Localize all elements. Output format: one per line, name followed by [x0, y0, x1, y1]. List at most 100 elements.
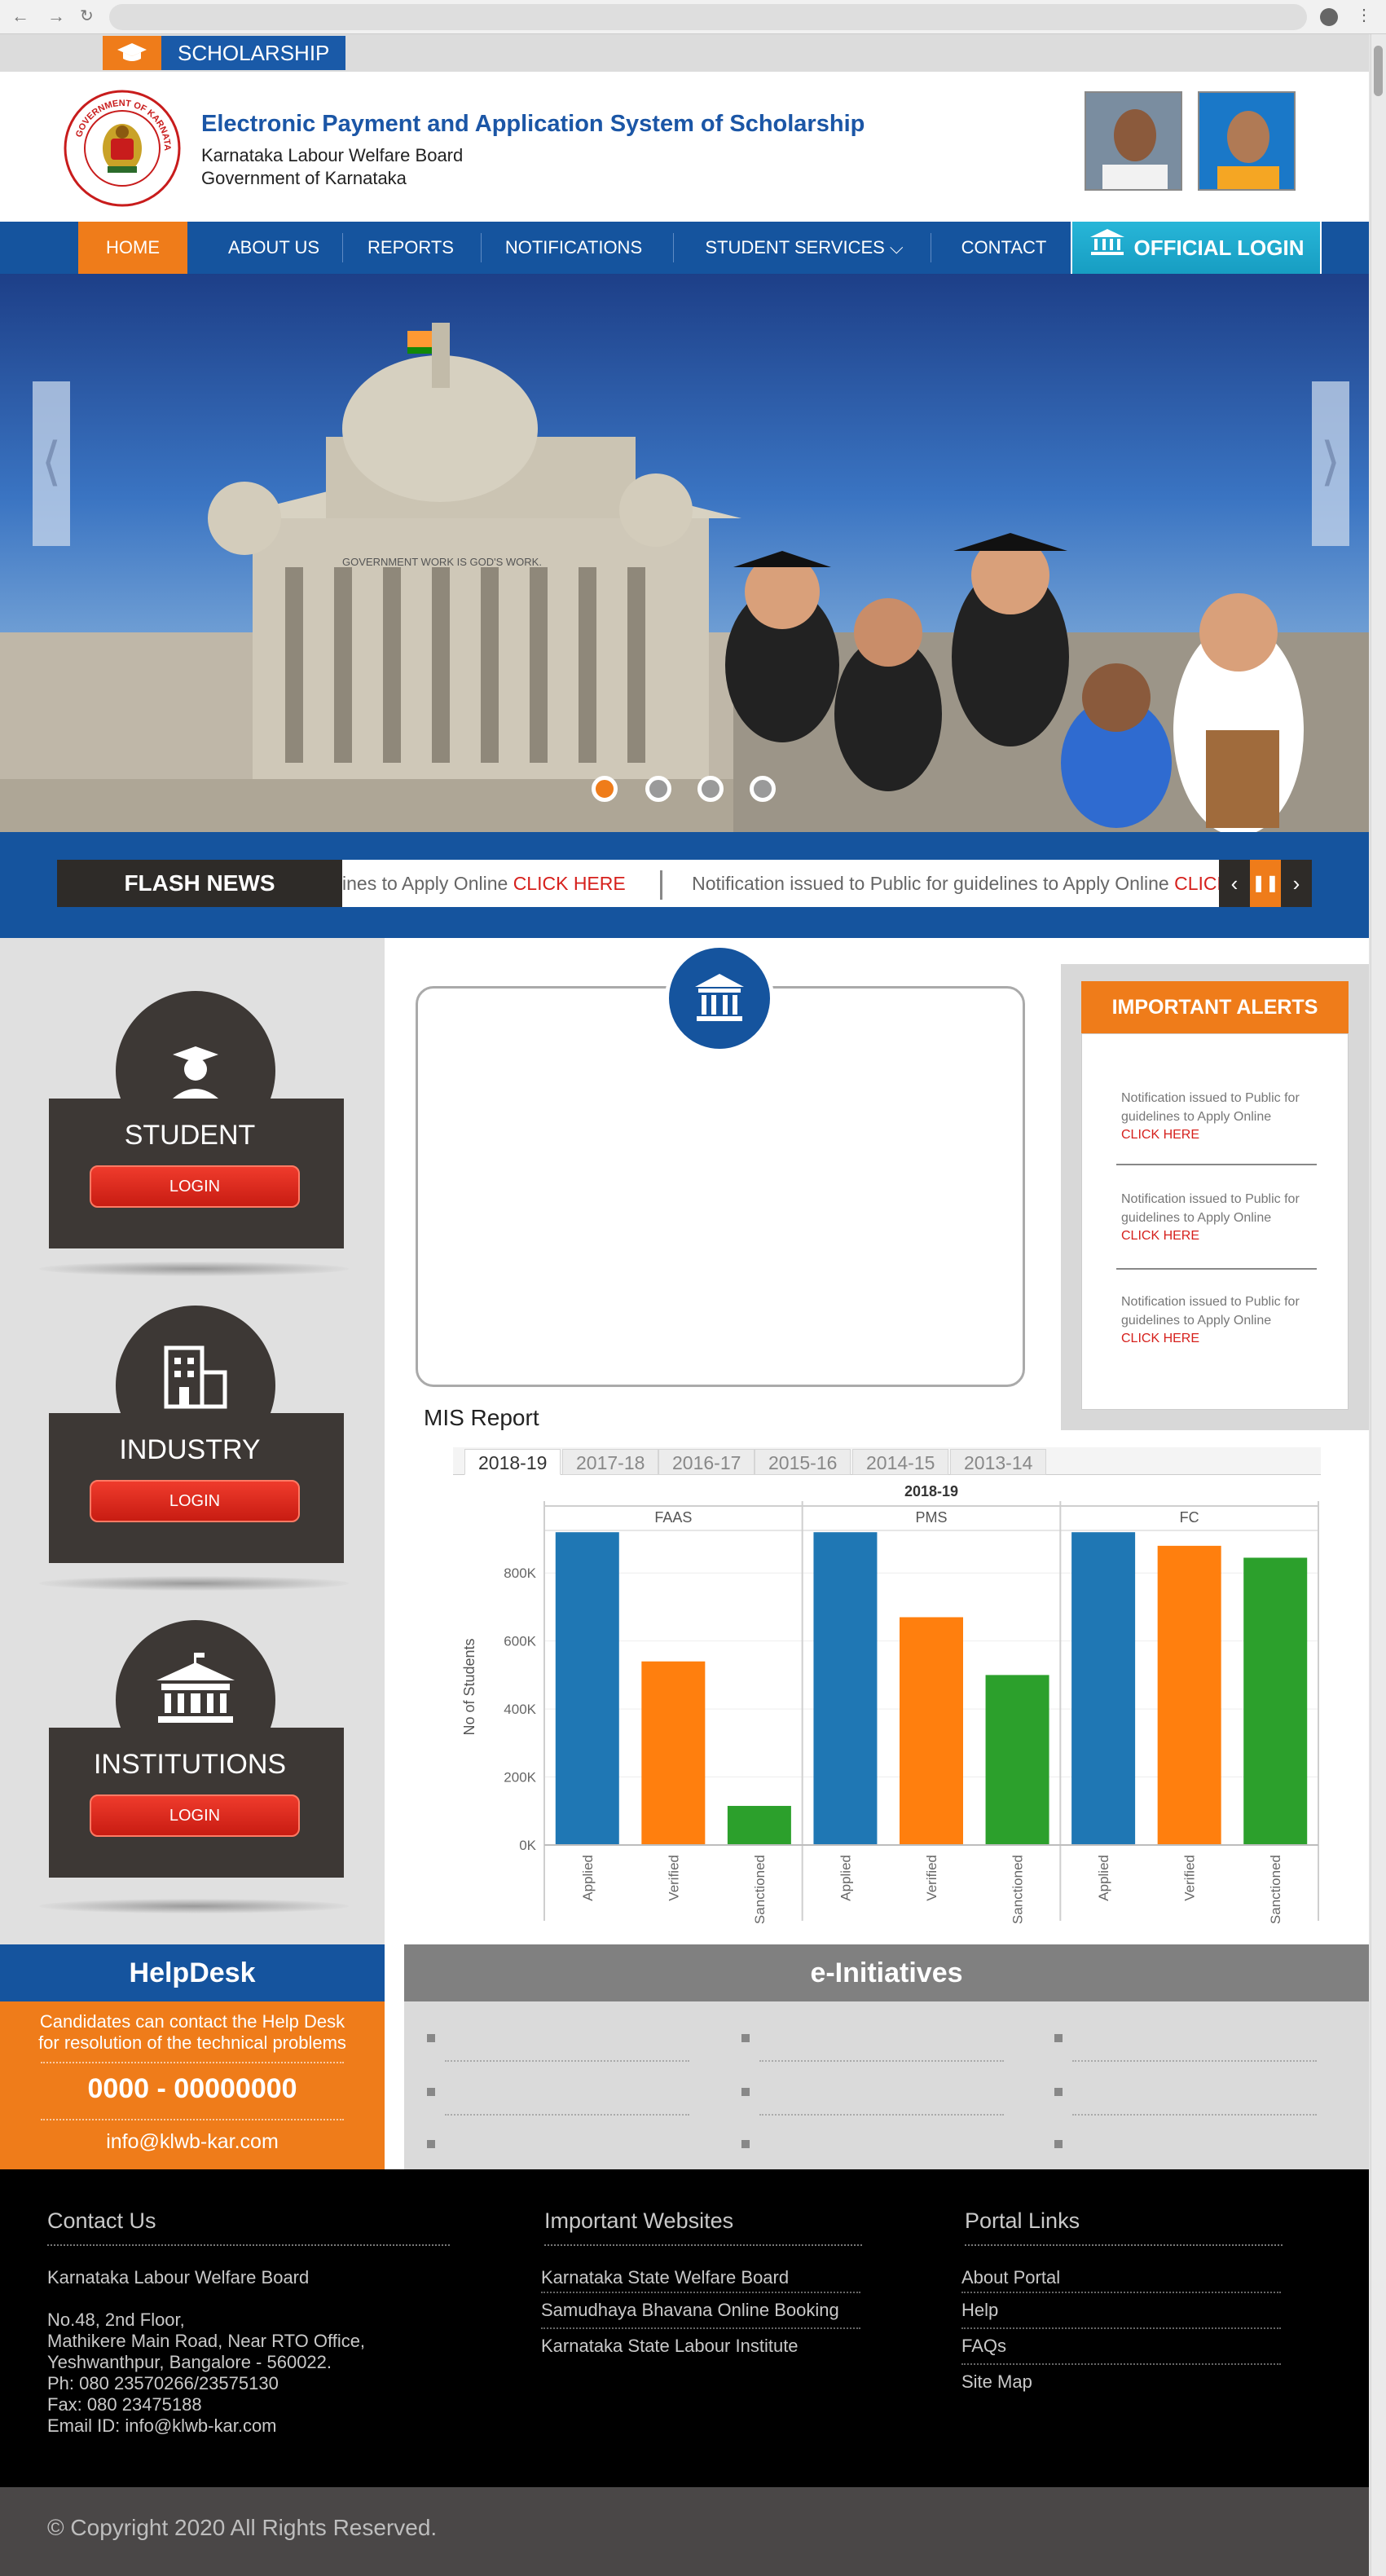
forward-icon[interactable]: → [47, 6, 65, 27]
alert-text: Notification issued to Public for guidel… [1121, 1295, 1300, 1328]
footer-portal-link[interactable]: FAQs [961, 2336, 1006, 2357]
student-login-title: STUDENT [124, 1120, 256, 1151]
scrollbar[interactable] [1371, 34, 1386, 2576]
tab-2013-14[interactable]: 2013-14 [950, 1449, 1047, 1475]
ticker-link[interactable]: CLICK HERE [1174, 873, 1222, 894]
flash-news-label: FLASH NEWS [57, 860, 342, 907]
site-title: Electronic Payment and Application Syste… [201, 111, 865, 137]
address-line: Mathikere Main Road, Near RTO Office, [47, 2331, 366, 2351]
official-login-button[interactable]: OFFICIAL LOGIN [1071, 220, 1322, 275]
ticker-text: Notification issued to Public for guidel… [692, 873, 1175, 894]
carousel-dot[interactable] [645, 776, 671, 802]
tab-2014-15[interactable]: 2014-15 [852, 1449, 949, 1475]
footer-portal-link[interactable]: About Portal [961, 2267, 1060, 2288]
footer-divider [544, 2244, 862, 2246]
y-tick-label: 200K [504, 1770, 536, 1786]
footer-portal-link[interactable]: Help [961, 2300, 998, 2321]
ticker-prev-icon[interactable]: ‹ [1219, 860, 1250, 907]
back-icon[interactable]: ← [11, 6, 29, 27]
nav-student-services[interactable]: STUDENT SERVICES ⌵ [694, 222, 914, 274]
card-shadow [39, 1576, 349, 1591]
footer-portal-link[interactable]: Site Map [961, 2371, 1032, 2393]
bar-pms-sanctioned [985, 1675, 1049, 1845]
address-bar[interactable] [109, 4, 1307, 30]
helpdesk-divider [41, 2062, 344, 2063]
scrollbar-thumb[interactable] [1374, 46, 1383, 96]
address-line: Yeshwanthpur, Bangalore - 560022. [47, 2352, 332, 2372]
alert-link[interactable]: CLICK HERE [1121, 1128, 1199, 1143]
e-initiatives-panel [404, 2001, 1369, 2169]
ticker-next-icon[interactable]: › [1281, 860, 1312, 907]
tab-2018-19[interactable]: 2018-19 [464, 1449, 561, 1475]
footer-divider [965, 2244, 1283, 2246]
address-line: No.48, 2nd Floor, [47, 2310, 185, 2330]
carousel-prev-arrow[interactable]: ⟨ [33, 381, 70, 546]
nav-home[interactable]: HOME [78, 222, 187, 274]
footer-website-link[interactable]: Karnataka State Welfare Board [541, 2267, 789, 2288]
ticker-text: ines to Apply Online [342, 873, 513, 894]
bar-fc-sanctioned [1243, 1557, 1308, 1845]
scholarship-label: SCHOLARSHIP [161, 36, 345, 70]
alert-text: Notification issued to Public for guidel… [1121, 1192, 1300, 1225]
carousel-next-arrow[interactable]: ⟩ [1312, 381, 1349, 546]
footer-link-separator [541, 2327, 860, 2329]
ticker-pause-icon[interactable]: ❚❚ [1250, 860, 1281, 907]
footer-website-link[interactable]: Karnataka State Labour Institute [541, 2336, 799, 2357]
carousel-dot[interactable] [697, 776, 724, 802]
chart-title: 2018-19 [904, 1483, 958, 1499]
svg-text:GOVERNMENT WORK IS GOD'S WORK.: GOVERNMENT WORK IS GOD'S WORK. [342, 556, 542, 568]
portrait-photo-2 [1198, 91, 1296, 191]
e-initiatives-heading: e-Initiatives [404, 1944, 1369, 2001]
alert-divider [1116, 1164, 1317, 1165]
helpdesk-email[interactable]: info@klwb-kar.com [0, 2130, 385, 2154]
bar-faas-sanctioned [727, 1806, 791, 1845]
carousel-dot[interactable] [750, 776, 776, 802]
reload-icon[interactable]: ↻ [80, 6, 94, 27]
footer-website-link[interactable]: Samudhaya Bhavana Online Booking [541, 2300, 839, 2321]
x-tick-label: Verified [1182, 1855, 1198, 1901]
bar-faas-applied [555, 1532, 619, 1845]
tab-2016-17[interactable]: 2016-17 [658, 1449, 755, 1475]
menu-kebab-icon[interactable]: ⋮ [1356, 5, 1372, 25]
nav-reports[interactable]: REPORTS [355, 222, 466, 274]
ticker-link[interactable]: CLICK HERE [513, 873, 626, 894]
student-login-button[interactable]: LOGIN [90, 1165, 300, 1208]
list-bullet [427, 2034, 435, 2042]
alert-link[interactable]: CLICK HERE [1121, 1229, 1199, 1244]
card-shadow [39, 1262, 349, 1276]
portrait-photo-1 [1085, 91, 1182, 191]
list-bullet [741, 2088, 750, 2096]
tab-2017-18[interactable]: 2017-18 [562, 1449, 659, 1475]
alert-link[interactable]: CLICK HERE [1121, 1332, 1199, 1346]
tab-2015-16[interactable]: 2015-16 [755, 1449, 851, 1475]
helpdesk-line-1: Candidates can contact the Help Desk [39, 2011, 345, 2032]
institutions-login-button[interactable]: LOGIN [90, 1794, 300, 1837]
karnataka-emblem-logo: GOVERNMENT OF KARNATAKA [59, 81, 183, 209]
y-tick-label: 600K [504, 1634, 536, 1649]
list-bullet [741, 2034, 750, 2042]
helpdesk-description: Candidates can contact the Help Desk for… [0, 2011, 385, 2054]
ticker-separator [660, 870, 663, 900]
footer-org-name: Karnataka Labour Welfare Board [47, 2267, 310, 2288]
panel-header: FC [1180, 1509, 1199, 1526]
list-item-line [759, 2114, 1004, 2116]
hero-vidhana-soudha-students-image: GOVERNMENT WORK IS GOD'S WORK. [0, 323, 1369, 832]
bank-icon [665, 944, 774, 1053]
bar-pms-verified [900, 1617, 963, 1845]
nav-about-us[interactable]: ABOUT US [215, 222, 332, 274]
official-login-label: OFFICIAL LOGIN [1133, 236, 1305, 260]
industry-login-button[interactable]: LOGIN [90, 1480, 300, 1522]
x-tick-label: Applied [580, 1855, 596, 1901]
mis-report-title: MIS Report [424, 1405, 539, 1430]
profile-icon[interactable] [1320, 8, 1338, 26]
x-tick-label: Applied [1096, 1855, 1111, 1901]
footer-divider [47, 2244, 450, 2246]
y-axis-label: No of Students [461, 1638, 477, 1735]
copyright: © Copyright 2020 All Rights Reserved. [0, 2487, 1369, 2576]
nav-contact[interactable]: CONTACT [950, 222, 1058, 274]
carousel-dot-active[interactable] [592, 776, 618, 802]
site-subtitle-government: Government of Karnataka [201, 168, 407, 188]
list-item-line [1072, 2114, 1317, 2116]
nav-notifications[interactable]: NOTIFICATIONS [494, 222, 653, 274]
hero-banner: GOVERNMENT WORK IS GOD'S WORK. [0, 274, 1369, 832]
